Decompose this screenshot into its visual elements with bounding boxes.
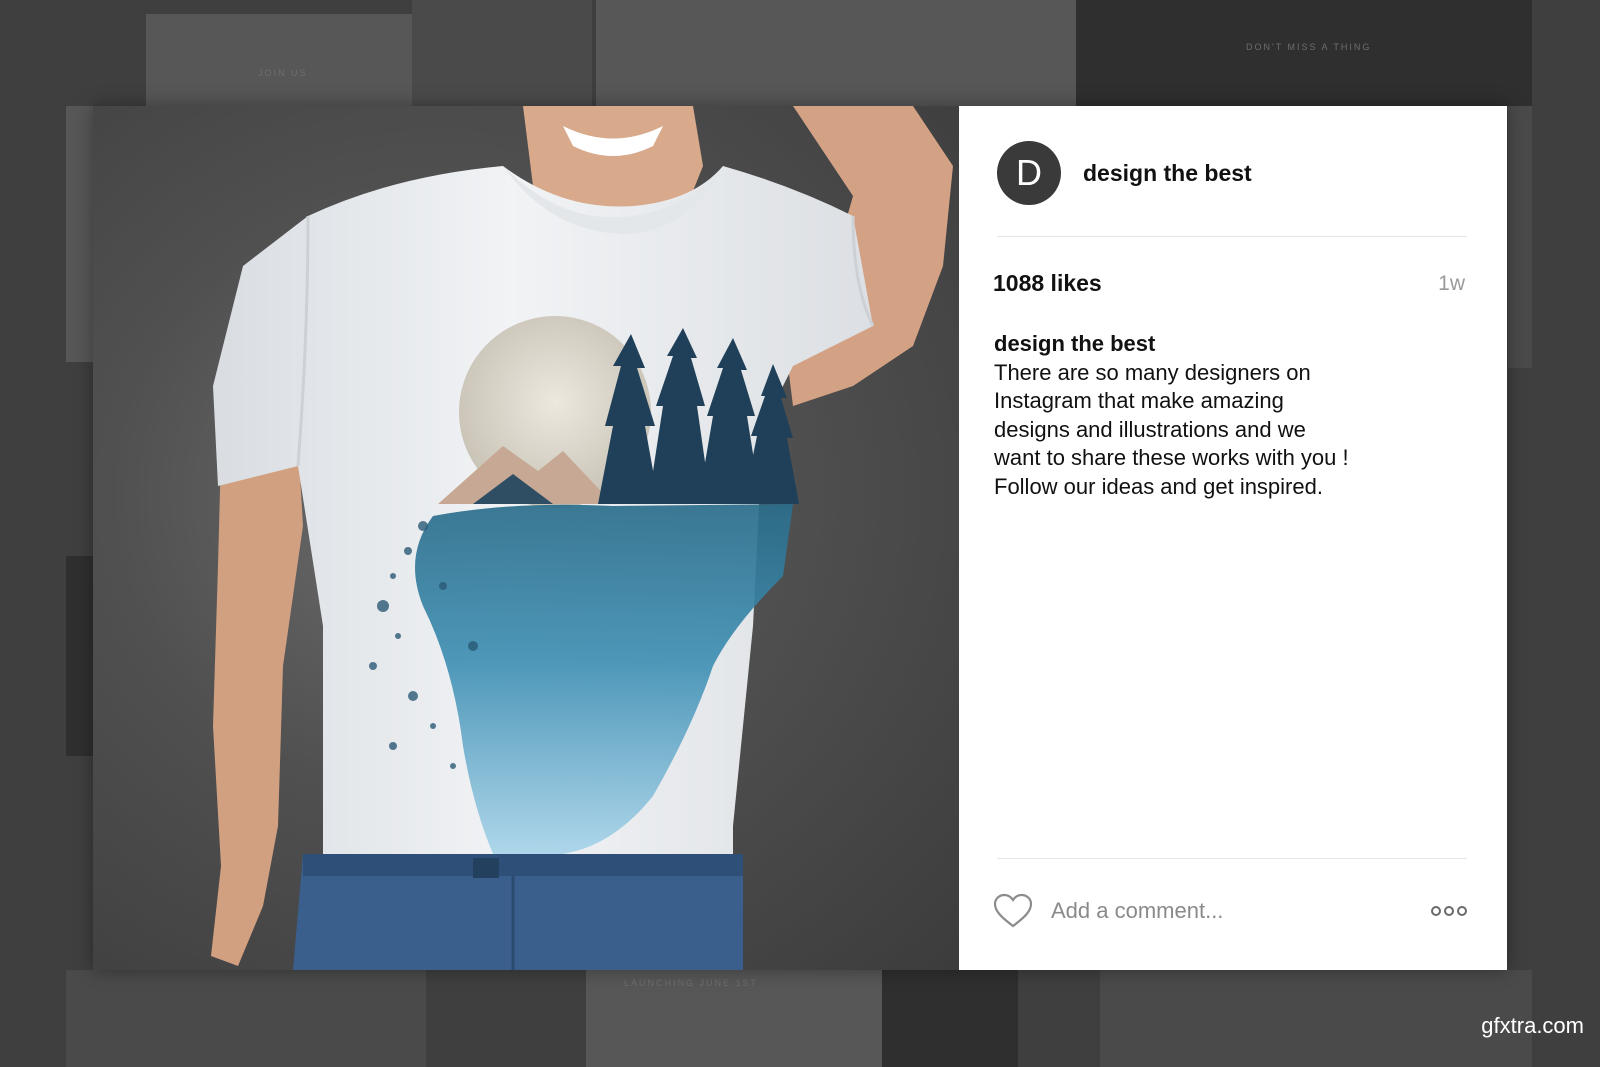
comment-divider — [997, 858, 1467, 859]
comment-bar — [993, 876, 1469, 946]
bg-card-leaf — [412, 0, 592, 106]
more-options-icon[interactable] — [1429, 904, 1469, 918]
bg-card-join — [146, 14, 412, 106]
post-modal: D design the best 1088 likes 1w design t… — [93, 106, 1507, 970]
bg-card-bottom-left — [66, 970, 426, 1067]
post-image[interactable] — [93, 106, 959, 970]
likes-count[interactable]: 1088 likes — [993, 270, 1102, 297]
bg-card-center — [596, 0, 1076, 106]
caption-username[interactable]: design the best — [994, 330, 1354, 359]
bg-text-launching: LAUNCHING JUNE 1ST — [624, 978, 759, 988]
post-header: D design the best — [997, 140, 1467, 206]
bg-card-bottom-right — [1100, 970, 1532, 1067]
caption-text: There are so many designers on Instagram… — [994, 359, 1349, 499]
bg-card-right-strip — [1508, 106, 1532, 368]
tshirt-photo-illustration — [211, 106, 953, 970]
post-caption: design the best There are so many design… — [994, 330, 1354, 501]
header-divider — [997, 236, 1467, 237]
post-side-panel: D design the best 1088 likes 1w design t… — [959, 106, 1507, 970]
bg-text-dont-miss: DON'T MISS A THING — [1246, 42, 1372, 52]
add-comment-input[interactable] — [1051, 898, 1429, 924]
bg-card-left-strip — [66, 106, 93, 362]
username[interactable]: design the best — [1083, 160, 1252, 187]
post-timestamp: 1w — [1438, 272, 1465, 295]
bg-card-dark — [1076, 0, 1532, 106]
avatar[interactable]: D — [997, 141, 1061, 205]
heart-icon[interactable] — [993, 893, 1033, 929]
bg-card-bottom-brown — [882, 970, 1018, 1067]
watermark: gfxtra.com — [1481, 1013, 1584, 1038]
bg-text-join-us: JOIN US — [258, 68, 308, 78]
bg-card-left-plant — [66, 556, 93, 756]
